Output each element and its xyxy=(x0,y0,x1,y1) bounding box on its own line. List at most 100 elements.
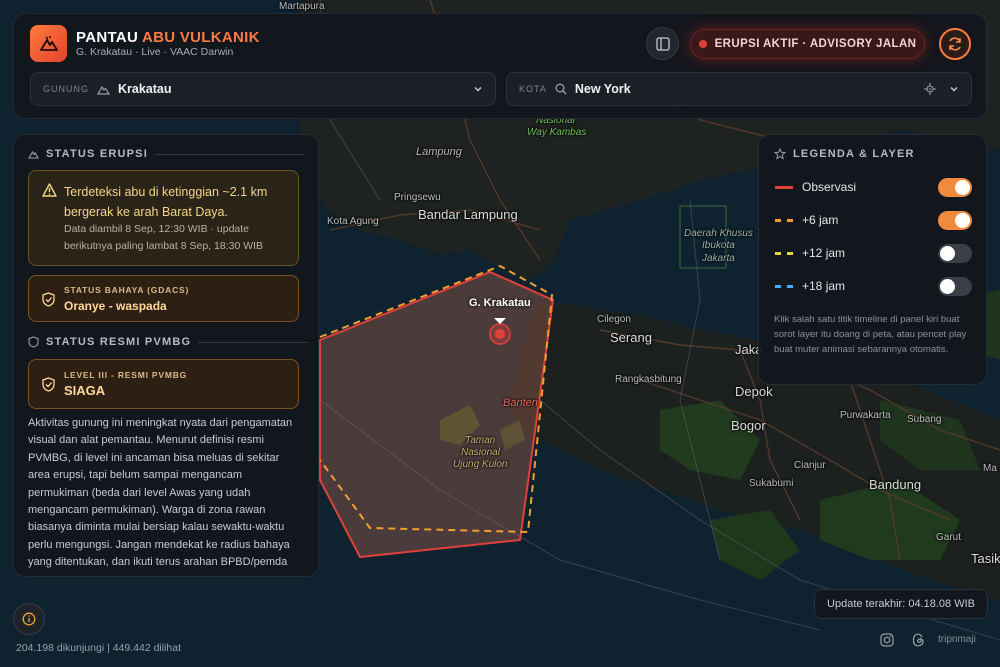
pvmbg-level-card: LEVEL III - RESMI PVMBG SIAGA xyxy=(28,359,299,409)
map-label-ma: Ma xyxy=(983,463,997,474)
instagram-link[interactable] xyxy=(879,632,895,648)
legend-panel: LEGENDA & LAYER Observasi +6 jam +12 jam… xyxy=(758,134,987,385)
map-label-jakarta: Jakarta xyxy=(702,253,735,264)
map-label-martapura: Martapura xyxy=(279,1,325,12)
search-icon xyxy=(555,83,567,95)
volcano-selector[interactable]: GUNUNG Krakatau xyxy=(30,72,496,106)
legend-title: LEGENDA & LAYER xyxy=(793,148,915,160)
app-subtitle: G. Krakatau · Live · VAAC Darwin xyxy=(76,46,234,58)
shield-check-icon xyxy=(42,377,55,392)
instagram-icon xyxy=(880,633,894,647)
legend-label: +6 jam xyxy=(802,213,839,227)
gdacs-status-card: STATUS BAHAYA (GDACS) Oranye - waspada xyxy=(28,275,299,322)
gdacs-value: Oranye - waspada xyxy=(64,299,167,313)
map-label-ibukota: Ibukota xyxy=(702,240,735,251)
refresh-icon xyxy=(949,37,961,51)
panel-icon xyxy=(655,36,670,51)
layer-toggle-12-jam[interactable] xyxy=(938,243,972,263)
chevron-down-icon xyxy=(950,87,958,92)
map-label-way-kambas: Way Kambas xyxy=(527,127,587,138)
divider xyxy=(198,341,309,343)
mountain-icon xyxy=(39,35,58,51)
locate-icon[interactable] xyxy=(923,82,937,96)
legend-item-6-jam[interactable]: +6 jam xyxy=(775,210,972,230)
threads-icon xyxy=(912,633,924,647)
map-label-bandung: Bandung xyxy=(869,477,922,492)
brand-link[interactable]: tripnmaji xyxy=(938,634,976,645)
info-button[interactable] xyxy=(13,603,45,635)
legend-swatch xyxy=(775,185,793,189)
legend-swatch xyxy=(775,284,793,288)
volcano-selector-value: Krakatau xyxy=(118,82,172,96)
status-pvmbg-heading: STATUS RESMI PVMBG xyxy=(28,336,309,348)
alert-message: Terdeteksi abu di ketinggian ~2.1 km ber… xyxy=(64,185,268,219)
eruption-alert: Terdeteksi abu di ketinggian ~2.1 km ber… xyxy=(28,170,299,266)
legend-item-18-jam[interactable]: +18 jam xyxy=(775,276,972,296)
map-label-taman: Taman xyxy=(465,435,496,446)
legend-label: Observasi xyxy=(802,180,857,194)
shield-icon xyxy=(28,336,39,348)
sidebar-toggle-button[interactable] xyxy=(646,27,679,60)
legend-label: +18 jam xyxy=(802,279,846,293)
info-icon xyxy=(22,612,36,626)
app-title-main: PANTAU xyxy=(76,29,139,46)
gdacs-label: STATUS BAHAYA (GDACS) xyxy=(64,285,190,295)
map-label-sukabumi: Sukabumi xyxy=(749,478,794,489)
layer-toggle-observasi[interactable] xyxy=(938,177,972,197)
mountain-small-icon xyxy=(28,150,39,159)
pvmbg-description: Aktivitas gunung ini meningkat nyata dar… xyxy=(28,417,293,576)
last-update-badge: Update terakhir: 04.18.08 WIB xyxy=(814,589,988,619)
layer-toggle-18-jam[interactable] xyxy=(938,276,972,296)
alert-timestamp: Data diambil 8 Sep, 12:30 WIB · update b… xyxy=(64,223,264,252)
pvmbg-level-label: LEVEL III - RESMI PVMBG xyxy=(64,370,188,380)
pvmbg-level-value: SIAGA xyxy=(64,383,106,398)
map-label-rangkasbitung: Rangkasbitung xyxy=(615,374,682,385)
eruption-status-badge: ERUPSI AKTIF · ADVISORY JALAN xyxy=(690,29,925,59)
legend-swatch xyxy=(775,218,793,222)
map-label-ujung-kulon: Ujung Kulon xyxy=(453,459,508,470)
legend-heading: LEGENDA & LAYER xyxy=(774,148,915,160)
map-label-cilegon: Cilegon xyxy=(597,314,631,325)
city-selector-value: New York xyxy=(574,82,631,96)
divider xyxy=(154,153,305,155)
status-panel: STATUS ERUPSI Terdeteksi abu di ketinggi… xyxy=(13,134,319,577)
last-update-text: Update terakhir: 04.18.08 WIB xyxy=(827,598,975,610)
legend-label: +12 jam xyxy=(802,246,846,260)
map-label-nasional-uk: Nasional xyxy=(461,447,500,458)
status-erupsi-heading: STATUS ERUPSI xyxy=(28,148,305,160)
legend-swatch xyxy=(775,251,793,255)
map-label-tasik: Tasik xyxy=(971,551,1000,566)
map-label-daerah-khusus: Daerah Khusus xyxy=(684,228,753,239)
map-label-purwakarta: Purwakarta xyxy=(840,410,891,421)
legend-item-observasi[interactable]: Observasi xyxy=(775,177,972,197)
volcano-selector-label: GUNUNG xyxy=(43,84,89,94)
map-label-bogor: Bogor xyxy=(731,418,766,433)
eruption-status-text: ERUPSI AKTIF · ADVISORY JALAN xyxy=(714,38,917,50)
map-label-lampung: Lampung xyxy=(416,146,462,158)
city-selector[interactable]: KOTA New York xyxy=(506,72,972,106)
app-title-accent: ABU VULKANIK xyxy=(142,29,260,46)
app-title: PANTAU ABU VULKANIK xyxy=(76,29,260,46)
legend-item-12-jam[interactable]: +12 jam xyxy=(775,243,972,263)
app-logo xyxy=(30,25,67,62)
map-label-bandar-lampung: Bandar Lampung xyxy=(418,207,518,222)
volcano-marker-label[interactable]: G. Krakatau xyxy=(469,297,531,309)
star-icon xyxy=(774,148,786,160)
layer-toggle-6-jam[interactable] xyxy=(938,210,972,230)
city-selector-label: KOTA xyxy=(519,84,547,94)
map-label-cianjur: Cianjur xyxy=(794,460,826,471)
header-panel: PANTAU ABU VULKANIK G. Krakatau · Live ·… xyxy=(13,13,987,119)
map-label-kota-agung: Kota Agung xyxy=(327,216,379,227)
warning-icon xyxy=(42,183,57,197)
legend-note: Klik salah satu titik timeline di panel … xyxy=(774,314,967,355)
map-label-subang: Subang xyxy=(907,414,942,425)
shield-check-icon xyxy=(42,292,55,307)
map-label-serang: Serang xyxy=(610,330,652,345)
visit-counter: 204.198 dikunjungi | 449.442 dilihat xyxy=(16,642,182,654)
refresh-button[interactable] xyxy=(939,28,971,60)
map-label-depok: Depok xyxy=(735,384,773,399)
threads-link[interactable] xyxy=(910,632,926,648)
status-erupsi-title: STATUS ERUPSI xyxy=(46,148,148,160)
map-label-banten: Banten xyxy=(503,397,538,409)
chevron-down-icon xyxy=(474,87,482,92)
